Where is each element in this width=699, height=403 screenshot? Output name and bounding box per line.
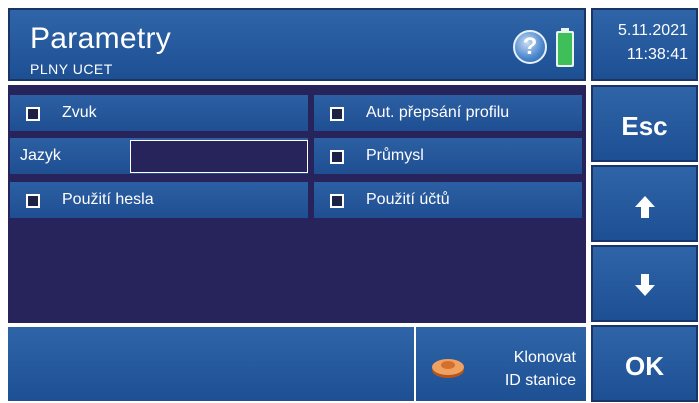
scroll-down-button[interactable]: [591, 245, 698, 322]
setting-industry[interactable]: Průmysl: [314, 138, 582, 174]
setting-label: Zvuk: [62, 104, 97, 121]
screen: Parametry PLNY UCET ? 5.11.2021 11:38:41…: [0, 0, 699, 403]
arrow-down-icon: [634, 274, 655, 296]
language-input[interactable]: [130, 140, 308, 173]
checkbox-industry[interactable]: [330, 150, 344, 164]
scroll-up-button[interactable]: [591, 165, 698, 242]
clone-station-id-button[interactable]: Klonovat ID stanice: [414, 327, 586, 401]
ok-button[interactable]: OK: [591, 325, 698, 402]
setting-accounts-use[interactable]: Použití účtů: [314, 182, 582, 218]
arrow-up-icon: [634, 196, 655, 218]
question-icon[interactable]: ?: [513, 30, 547, 64]
checkbox-password-use[interactable]: [26, 194, 40, 208]
setting-language: Jazyk: [10, 138, 308, 174]
setting-label: Použití hesla: [62, 191, 154, 208]
account-subtitle: PLNY UCET: [30, 61, 113, 77]
time-display: 11:38:41: [626, 46, 688, 63]
setting-label: Jazyk: [20, 147, 61, 164]
ok-label: OK: [625, 351, 664, 381]
checkbox-accounts-use[interactable]: [330, 194, 344, 208]
setting-label: Průmysl: [366, 147, 424, 164]
esc-button[interactable]: Esc: [591, 85, 698, 162]
header-bar: Parametry PLNY UCET ?: [8, 8, 586, 81]
coin-icon: [432, 359, 464, 378]
page-title: Parametry: [30, 22, 172, 55]
clone-label-line1: Klonovat: [513, 349, 576, 366]
battery-icon: [556, 28, 574, 67]
settings-panel: Zvuk Jazyk Použití hesla Aut. přepsání p…: [8, 85, 586, 323]
setting-label: Aut. přepsání profilu: [366, 104, 510, 121]
setting-sound[interactable]: Zvuk: [10, 95, 308, 131]
esc-label: Esc: [621, 111, 668, 141]
checkbox-auto-overwrite-profile[interactable]: [330, 107, 344, 121]
setting-label: Použití účtů: [366, 191, 450, 208]
setting-password-use[interactable]: Použití hesla: [10, 182, 308, 218]
setting-auto-overwrite-profile[interactable]: Aut. přepsání profilu: [314, 95, 582, 131]
clock-panel: 5.11.2021 11:38:41: [591, 8, 698, 81]
date-display: 5.11.2021: [618, 22, 688, 39]
clone-label-line2: ID stanice: [504, 372, 576, 389]
checkbox-sound[interactable]: [26, 107, 40, 121]
